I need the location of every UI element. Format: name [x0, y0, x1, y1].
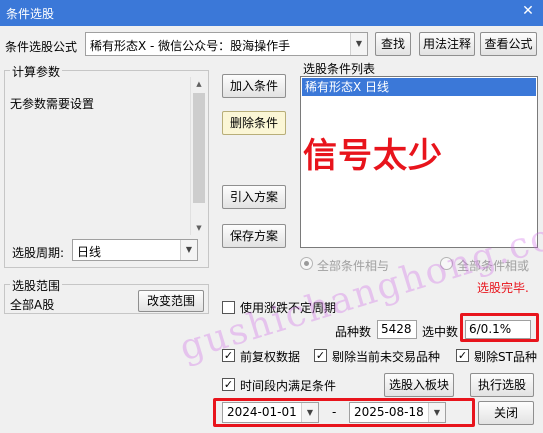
- selected-highlight-frame: [460, 313, 539, 342]
- scroll-up-icon[interactable]: ▲: [191, 77, 207, 91]
- period-label: 选股周期:: [12, 246, 65, 260]
- and-radio[interactable]: [300, 257, 313, 270]
- exclude-untraded-checkbox[interactable]: ✓: [314, 349, 327, 362]
- selected-label: 选中数: [422, 325, 459, 339]
- condition-list-legend: 选股条件列表: [303, 62, 376, 76]
- exclude-st-checkbox[interactable]: ✓: [456, 349, 469, 362]
- view-formula-button[interactable]: 查看公式: [480, 32, 537, 56]
- scroll-thumb[interactable]: [193, 93, 205, 203]
- add-condition-button[interactable]: 加入条件: [222, 74, 286, 98]
- params-scrollbar[interactable]: ▲ ▼: [190, 77, 207, 235]
- close-icon[interactable]: ✕: [519, 2, 537, 20]
- adjusted-data-label: 前复权数据: [240, 350, 301, 364]
- formula-label: 条件选股公式: [5, 40, 78, 54]
- annotation-text: 信号太少: [303, 136, 443, 176]
- usage-notes-button[interactable]: 用法注释: [419, 32, 475, 56]
- close-button[interactable]: 关闭: [478, 401, 534, 425]
- params-text: 无参数需要设置: [10, 97, 95, 111]
- execute-button[interactable]: 执行选股: [470, 373, 534, 397]
- select-to-block-button[interactable]: 选股入板块: [384, 373, 454, 397]
- params-legend: 计算参数: [10, 63, 63, 80]
- status-text: 选股完毕.: [477, 281, 529, 295]
- find-button[interactable]: 查找: [375, 32, 411, 56]
- change-range-button[interactable]: 改变范围: [138, 290, 204, 312]
- scroll-down-icon[interactable]: ▼: [191, 221, 207, 235]
- exclude-untraded-label: 剔除当前未交易品种: [332, 350, 441, 364]
- period-satisfy-checkbox[interactable]: ✓: [222, 378, 235, 391]
- period-satisfy-label: 时间段内满足条件: [240, 379, 337, 393]
- condition-list-item[interactable]: 稀有形态X 日线: [302, 78, 536, 96]
- formula-value: 稀有形态X - 微信公众号：股海操作手: [90, 39, 291, 53]
- window-title: 条件选股: [6, 7, 55, 21]
- date-highlight-frame: [213, 398, 475, 427]
- range-value: 全部A股: [10, 298, 55, 312]
- count-value: 5428: [377, 320, 417, 339]
- title-bar: 条件选股 ✕: [0, 0, 543, 26]
- delete-condition-button[interactable]: 删除条件: [222, 111, 286, 135]
- period-value: 日线: [77, 245, 102, 259]
- range-legend: 选股范围: [10, 277, 63, 294]
- import-plan-button[interactable]: 引入方案: [222, 185, 286, 209]
- formula-select[interactable]: 稀有形态X - 微信公众号：股海操作手 ▼: [85, 32, 368, 56]
- period-select[interactable]: 日线 ▼: [72, 239, 198, 261]
- chevron-down-icon[interactable]: ▼: [180, 240, 197, 260]
- chevron-down-icon[interactable]: ▼: [350, 33, 367, 55]
- count-label: 品种数: [335, 325, 372, 339]
- exclude-st-label: 剔除ST品种: [474, 350, 537, 364]
- save-plan-button[interactable]: 保存方案: [222, 224, 286, 248]
